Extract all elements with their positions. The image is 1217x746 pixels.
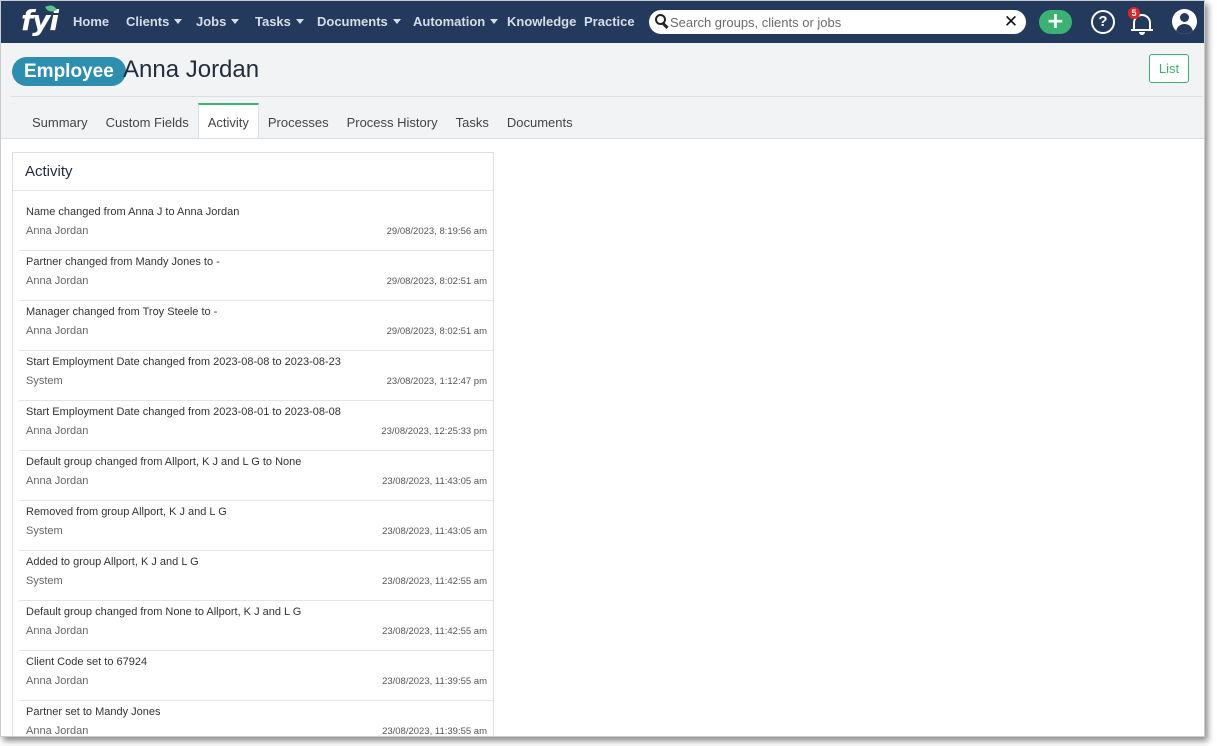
activity-description: Manager changed from Troy Steele to - [26,306,218,318]
activity-item: Partner set to Mandy Jones Anna Jordan 2… [19,701,493,737]
activity-description: Start Employment Date changed from 2023-… [26,406,341,418]
close-icon[interactable]: ✕ [1002,13,1020,31]
nav-practice-label: Practice [584,14,635,29]
activity-timestamp: 23/08/2023, 11:39:55 am [382,726,487,737]
add-button[interactable]: + [1039,10,1072,34]
tab-custom-fields[interactable]: Custom Fields [97,103,198,139]
activity-description: Default group changed from Allport, K J … [26,456,302,468]
activity-timestamp: 29/08/2023, 8:02:51 am [386,326,487,337]
activity-item: Default group changed from None to Allpo… [19,601,493,651]
chevron-down-icon [174,19,183,24]
app-window: fyi Home Clients Jobs Tasks Documents Au… [0,0,1205,737]
list-button[interactable]: List [1149,54,1189,83]
global-search: ✕ [649,10,1026,34]
page-header: Employee Anna Jordan List Summary Custom… [1,43,1204,139]
chevron-down-icon [231,19,240,24]
activity-description: Partner set to Mandy Jones [26,706,161,718]
bell-clapper [1139,32,1145,35]
user-avatar-icon[interactable] [1172,9,1197,34]
activity-panel: Activity Name changed from Anna J to Ann… [12,152,494,737]
activity-user: Anna Jordan [26,325,89,337]
activity-user: Anna Jordan [26,475,89,487]
activity-timestamp: 23/08/2023, 11:42:55 am [382,626,487,637]
activity-timestamp: 29/08/2023, 8:19:56 am [386,226,487,237]
nav-home[interactable]: Home [73,14,109,29]
activity-item: Start Employment Date changed from 2023-… [19,351,493,401]
nav-tasks-label: Tasks [255,14,291,29]
nav-jobs[interactable]: Jobs [196,14,240,29]
activity-timestamp: 23/08/2023, 11:42:55 am [382,576,487,587]
activity-item: Added to group Allport, K J and L G Syst… [19,551,493,601]
activity-description: Added to group Allport, K J and L G [26,556,199,568]
nav-automation-label: Automation [413,14,486,29]
activity-user: Anna Jordan [26,275,89,287]
activity-item: Name changed from Anna J to Anna Jordan … [19,201,493,251]
activity-item: Default group changed from Allport, K J … [19,451,493,501]
activity-description: Start Employment Date changed from 2023-… [26,356,341,368]
activity-timestamp: 23/08/2023, 1:12:47 pm [386,376,487,387]
nav-jobs-label: Jobs [196,14,227,29]
activity-description: Default group changed from None to Allpo… [26,606,302,618]
activity-description: Name changed from Anna J to Anna Jordan [26,206,240,218]
nav-documents-label: Documents [317,14,388,29]
activity-timestamp: 23/08/2023, 11:43:05 am [382,476,487,487]
chevron-down-icon [295,19,304,24]
notifications-bell-icon[interactable]: 5 [1128,7,1156,35]
page-title: Anna Jordan [123,56,260,83]
activity-timestamp: 23/08/2023, 11:39:55 am [382,676,487,687]
activity-item: Partner changed from Mandy Jones to - An… [19,251,493,301]
record-tabs: Summary Custom Fields Activity Processes… [23,103,582,139]
activity-description: Partner changed from Mandy Jones to - [26,256,220,268]
activity-timestamp: 29/08/2023, 8:02:51 am [386,276,487,287]
activity-list[interactable]: Name changed from Anna J to Anna Jordan … [19,201,493,737]
tab-processes[interactable]: Processes [259,103,338,139]
search-input[interactable] [670,13,990,31]
search-icon [655,14,669,30]
panel-divider [13,190,493,191]
tab-tasks[interactable]: Tasks [447,103,498,139]
activity-timestamp: 23/08/2023, 11:43:05 am [382,526,487,537]
nav-documents[interactable]: Documents [317,14,401,29]
activity-user: System [26,375,63,387]
tab-documents[interactable]: Documents [498,103,582,139]
activity-panel-title: Activity [25,163,73,180]
tabs-divider [1,138,1204,139]
help-icon[interactable]: ? [1091,10,1115,34]
activity-user: Anna Jordan [26,675,89,687]
activity-item: Client Code set to 67924 Anna Jordan 23/… [19,651,493,701]
nav-automation[interactable]: Automation [413,14,499,29]
chevron-down-icon [392,19,401,24]
avatar-head [1180,13,1189,22]
nav-tasks[interactable]: Tasks [255,14,304,29]
nav-clients[interactable]: Clients [126,14,183,29]
activity-user: System [26,575,63,587]
fyi-logo[interactable]: fyi [21,3,59,39]
nav-knowledge-label: Knowledge [507,14,577,29]
tab-activity[interactable]: Activity [197,103,259,139]
activity-timestamp: 23/08/2023, 12:25:33 pm [381,426,487,437]
nav-clients-label: Clients [126,14,170,29]
chevron-down-icon [490,19,499,24]
activity-description: Client Code set to 67924 [26,656,148,668]
nav-practice[interactable]: Practice [584,14,635,29]
activity-user: Anna Jordan [26,725,89,737]
record-type-badge: Employee [12,57,126,86]
nav-home-label: Home [73,14,110,29]
activity-user: Anna Jordan [26,225,89,237]
activity-item: Start Employment Date changed from 2023-… [19,401,493,451]
search-icon-handle [662,22,669,30]
tab-process-history[interactable]: Process History [338,103,447,139]
activity-user: Anna Jordan [26,425,89,437]
activity-user: Anna Jordan [26,625,89,637]
header-divider [11,96,1203,97]
top-navigation: fyi Home Clients Jobs Tasks Documents Au… [1,1,1204,43]
activity-item: Manager changed from Troy Steele to - An… [19,301,493,351]
activity-description: Removed from group Allport, K J and L G [26,506,227,518]
notification-count-badge: 5 [1128,7,1140,19]
tab-summary[interactable]: Summary [23,103,97,139]
avatar-torso [1176,24,1193,34]
nav-knowledge[interactable]: Knowledge [507,14,576,29]
activity-user: System [26,525,63,537]
activity-item: Removed from group Allport, K J and L G … [19,501,493,551]
